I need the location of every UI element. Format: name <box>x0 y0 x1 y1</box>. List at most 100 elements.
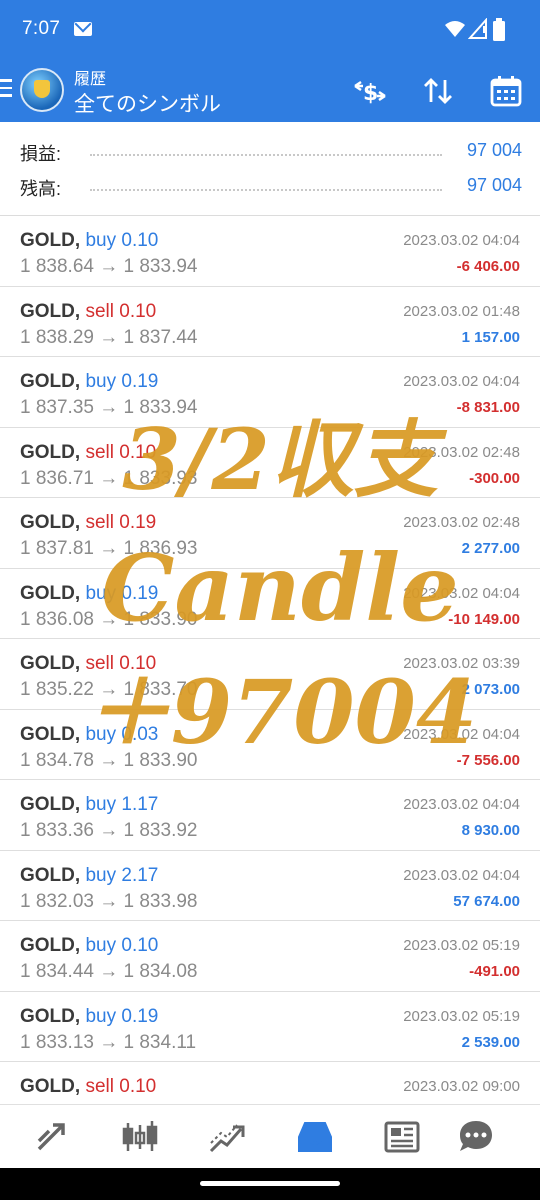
home-handle[interactable] <box>200 1181 340 1186</box>
trade-symbol: GOLD, <box>20 935 81 956</box>
dotted-leader <box>90 189 442 191</box>
trade-symbol: GOLD, <box>20 1005 81 1027</box>
trade-symbol-line: GOLD, sell 0.10 <box>20 301 156 323</box>
trade-row[interactable]: GOLD, buy 0.19 1 833.13 → 1 834.11 2023.03… <box>0 992 540 1062</box>
chart-icon[interactable] <box>118 1115 162 1159</box>
balance-label: 残高: <box>20 179 62 199</box>
trade-symbol-line: GOLD, sell 0.19 <box>20 512 156 534</box>
trade-volume: 0.10 <box>121 230 159 251</box>
trade-symbol: GOLD, <box>20 723 81 745</box>
trade-prices: 1 834.78 → 1 833.90 <box>20 749 198 771</box>
trade-volume: 0.10 <box>119 1076 157 1097</box>
chat-icon[interactable] <box>454 1115 498 1159</box>
trade-history-list[interactable]: GOLD, buy 0.10 1 838.64 → 1 833.94 2023.03… <box>0 216 540 1104</box>
bottom-navigation <box>0 1104 540 1168</box>
balance-value: 97 004 <box>466 175 522 195</box>
trade-symbol-line: GOLD, buy 0.10 <box>20 230 158 252</box>
trade-row[interactable]: GOLD, buy 0.19 1 837.35 → 1 833.94 2023.03… <box>0 357 540 428</box>
trade-profit: -6 406.00 <box>456 258 520 275</box>
trade-side: buy <box>85 794 117 815</box>
profit-row: 損益: 97 004 <box>20 136 522 166</box>
svg-text:$: $ <box>363 81 378 106</box>
trade-date: 2023.03.02 04:04 <box>403 796 520 813</box>
trade-row[interactable]: GOLD, sell 0.10 1 836.71 → 1 833.93 2023.0… <box>0 428 540 498</box>
history-icon[interactable] <box>293 1115 337 1159</box>
app-bar: 履歴 全てのシンボル $ <box>0 60 540 122</box>
trade-side: sell <box>85 653 114 674</box>
trade-row[interactable]: GOLD, sell 0.19 1 837.81 → 1 836.93 2023.0… <box>0 498 540 569</box>
sort-icon[interactable] <box>421 74 455 108</box>
trade-row[interactable]: GOLD, buy 0.03 1 834.78 → 1 833.90 2023.03… <box>0 710 540 780</box>
quotes-icon[interactable] <box>31 1115 75 1159</box>
dotted-leader <box>90 154 442 156</box>
gesture-bar <box>0 1168 540 1200</box>
trade-profit: -8 831.00 <box>456 399 520 416</box>
wifi-icon <box>445 21 465 37</box>
trade-prices: 1 837.35 → 1 833.94 <box>20 397 198 418</box>
trade-side: buy <box>85 864 117 886</box>
trade-side: buy <box>85 935 117 956</box>
trade-profit: 1 157.00 <box>461 328 520 346</box>
trade-prices: 1 838.64 → 1 833.94 <box>20 256 198 277</box>
trade-symbol-line: GOLD, sell 0.10 <box>20 1076 156 1098</box>
calendar-icon[interactable] <box>489 74 523 108</box>
trade-row[interactable]: GOLD, sell 0.10 1 838.29 → 1 837.44 2023.0… <box>0 287 540 357</box>
trade-prices: 1 835.22 → 1 833.70 <box>20 679 198 700</box>
trade-symbol: GOLD, <box>20 371 81 392</box>
trade-side: sell <box>85 1076 114 1097</box>
trade-row[interactable]: GOLD, buy 0.19 1 836.08 → 1 833.90 2023.03… <box>0 569 540 639</box>
trade-date: 2023.03.02 04:04 <box>403 866 520 884</box>
trade-icon[interactable] <box>205 1115 249 1159</box>
trade-date: 2023.03.02 09:00 <box>403 1078 520 1095</box>
trade-prices: 1 836.08 → 1 833.90 <box>20 608 198 630</box>
trade-date: 2023.03.02 01:48 <box>403 302 520 320</box>
trade-side: sell <box>85 512 114 533</box>
trade-symbol-line: GOLD, sell 0.10 <box>20 442 156 464</box>
trade-symbol: GOLD, <box>20 300 81 322</box>
battery-icon <box>493 18 505 41</box>
trade-symbol-line: GOLD, buy 0.03 <box>20 724 158 746</box>
trade-volume: 0.19 <box>121 1005 159 1027</box>
trade-volume: 0.19 <box>121 371 159 392</box>
trade-volume: 0.10 <box>119 300 157 322</box>
trade-row[interactable]: GOLD, sell 0.101 833.47 → 1 831.632023.0… <box>0 1062 540 1104</box>
balance-row: 残高: 97 004 <box>20 171 522 201</box>
trade-date: 2023.03.02 04:04 <box>403 232 520 249</box>
currency-exchange-icon[interactable]: $ <box>353 74 387 108</box>
trade-row[interactable]: GOLD, buy 2.17 1 832.03 → 1 833.98 2023.03… <box>0 851 540 921</box>
trade-symbol-line: GOLD, buy 0.19 <box>20 1006 158 1028</box>
trade-date: 2023.03.02 05:19 <box>403 937 520 954</box>
trade-prices: 1 834.44 → 1 834.08 <box>20 961 198 982</box>
trade-profit: 2 277.00 <box>461 540 520 557</box>
trade-profit: -491.00 <box>469 963 520 980</box>
trade-row[interactable]: GOLD, buy 0.10 1 838.64 → 1 833.94 2023.03… <box>0 216 540 287</box>
mail-icon <box>74 22 92 36</box>
trade-row[interactable]: GOLD, buy 1.17 1 833.36 → 1 833.92 2023.03… <box>0 780 540 851</box>
trade-profit: -300.00 <box>469 469 520 487</box>
menu-icon[interactable] <box>0 79 14 99</box>
trade-row[interactable]: GOLD, buy 0.10 1 834.44 → 1 834.08 2023.03… <box>0 921 540 992</box>
trade-symbol: GOLD, <box>20 794 81 815</box>
symbol-filter[interactable]: 全てのシンボル <box>74 88 221 118</box>
trade-profit: 8 930.00 <box>461 822 520 839</box>
trade-date: 2023.03.02 04:04 <box>403 584 520 602</box>
trade-profit: -7 556.00 <box>456 751 520 769</box>
trade-symbol-line: GOLD, buy 2.17 <box>20 865 158 887</box>
signal-icon <box>468 18 487 39</box>
trade-prices: 1 833.36 → 1 833.92 <box>20 820 198 841</box>
app-logo-icon <box>20 68 64 112</box>
status-bar: 7:07 <box>0 0 540 60</box>
trade-row[interactable]: GOLD, sell 0.10 1 835.22 → 1 833.70 2023.0… <box>0 639 540 710</box>
trade-prices: 1 838.29 → 1 837.44 <box>20 326 198 348</box>
trade-side: sell <box>85 300 114 322</box>
trade-profit: 57 674.00 <box>453 892 520 910</box>
trade-side: buy <box>85 371 117 392</box>
trade-volume: 0.03 <box>121 723 159 745</box>
news-icon[interactable] <box>380 1115 424 1159</box>
trade-symbol-line: GOLD, buy 0.19 <box>20 583 158 605</box>
trade-date: 2023.03.02 04:04 <box>403 373 520 390</box>
trade-symbol-line: GOLD, buy 0.19 <box>20 371 158 393</box>
trade-side: sell <box>85 441 114 463</box>
trade-date: 2023.03.02 05:19 <box>403 1007 520 1025</box>
trade-prices: 1 837.81 → 1 836.93 <box>20 538 198 559</box>
